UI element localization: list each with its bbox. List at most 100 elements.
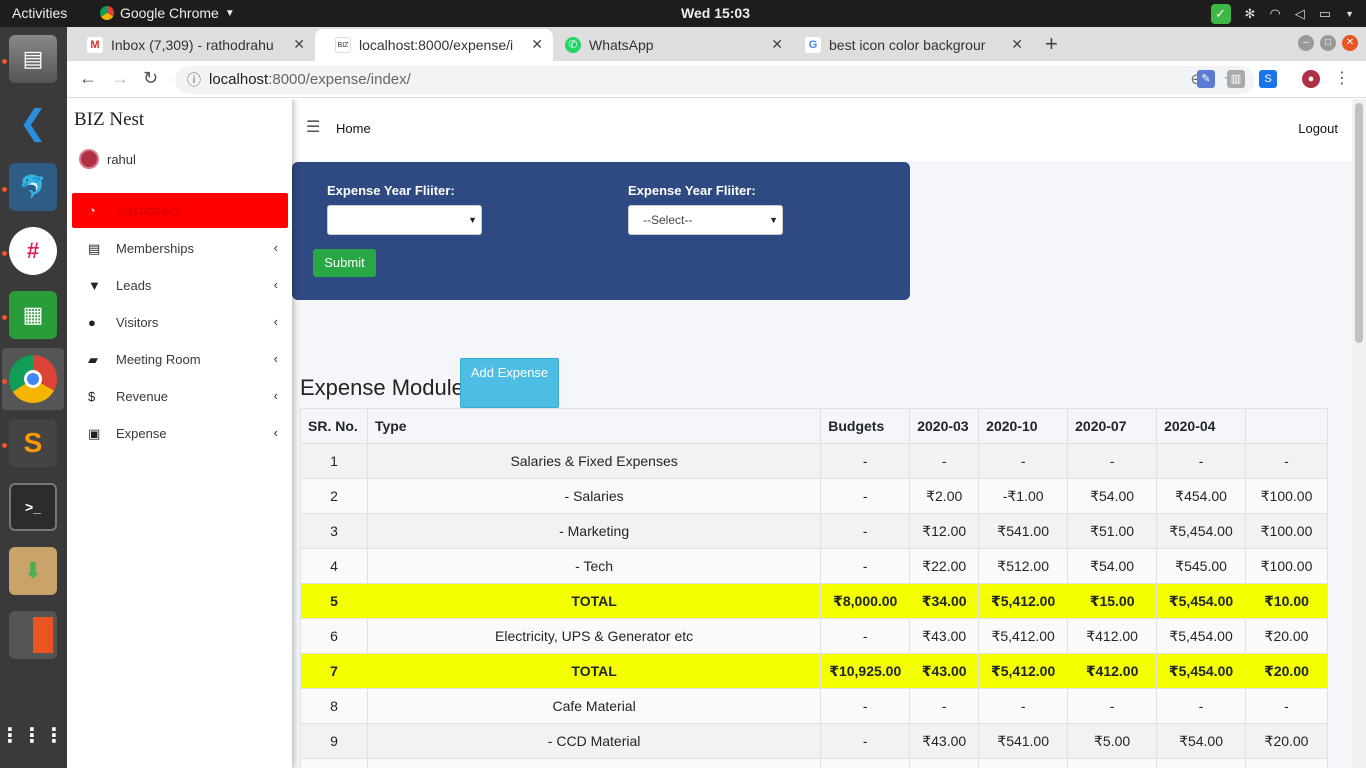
reload-icon[interactable]: ↻ [143, 68, 158, 89]
terminal-icon[interactable]: >_ [9, 483, 57, 531]
sidebar-item-leads[interactable]: ▼ Leads ‹ [72, 267, 288, 304]
table-cell: - [1245, 443, 1328, 479]
libreoffice-calc-icon[interactable]: ▦ [9, 291, 57, 339]
table-cell: 1 [300, 443, 368, 479]
table-cell: ₹545.00 [1156, 548, 1247, 584]
chevron-left-icon: ‹ [273, 351, 278, 366]
close-icon[interactable]: ✕ [771, 36, 783, 53]
show-applications-icon[interactable]: ⋮⋮⋮ [0, 711, 64, 759]
web-page: ☰ Home Logout Expense Year Fliiter: ▼ Ex… [67, 99, 1352, 768]
tab-title: WhatsApp [589, 37, 654, 53]
table-cell: TOTAL [366, 653, 822, 689]
tab-google[interactable]: G best icon color backgrour ✕ [785, 29, 1033, 61]
menu-dots-icon[interactable]: ⋮ [1333, 70, 1351, 88]
table-row [300, 758, 1328, 768]
tab-whatsapp[interactable]: ✆ WhatsApp ✕ [545, 29, 793, 61]
google-chrome-icon[interactable] [9, 355, 57, 403]
tab-strip: M Inbox (7,309) - rathodrahu ✕ BIZ local… [67, 27, 1366, 61]
table-cell: 8 [300, 688, 368, 724]
tab-gmail[interactable]: M Inbox (7,309) - rathodrahu ✕ [67, 29, 315, 61]
table-cell: ₹10,925.00 [820, 653, 911, 689]
table-cell [820, 758, 911, 768]
clock[interactable]: Wed 15:03 [681, 5, 750, 21]
brand-logo[interactable]: BIZ Nest [74, 109, 144, 131]
page-scrollbar[interactable] [1352, 99, 1366, 768]
hamburger-menu-icon[interactable]: ☰ [306, 117, 320, 137]
table-cell: Salaries & Fixed Expenses [366, 443, 822, 479]
table-cell: - [978, 688, 1069, 724]
chevron-down-icon[interactable]: ▼ [1345, 9, 1354, 19]
files-icon[interactable]: ▤ [9, 35, 57, 83]
vscode-icon[interactable]: ❮ [9, 99, 57, 147]
sidebar-item-label: Visitors [116, 315, 159, 330]
activities-button[interactable]: Activities [12, 5, 67, 21]
sidebar-item-visitors[interactable]: ● Visitors ‹ [72, 304, 288, 341]
close-icon[interactable]: ✕ [531, 36, 543, 53]
close-icon[interactable]: ✕ [293, 36, 305, 53]
table-cell: - [1067, 688, 1158, 724]
slack-icon[interactable]: # [9, 227, 57, 275]
address-bar[interactable]: ⓘ localhost:8000/expense/index/ ⊖ ☆ [175, 66, 1255, 94]
table-cell: -₹1.00 [978, 478, 1069, 514]
table-cell: 7 [300, 653, 368, 689]
sidebar-item-revenue[interactable]: $ Revenue ‹ [72, 378, 288, 415]
extension-icon[interactable]: S [1259, 70, 1277, 88]
back-arrow-icon[interactable]: ← [79, 68, 97, 89]
battery-icon[interactable]: ▭ [1319, 6, 1331, 22]
sidebar-item-memberships[interactable]: ▤ Memberships ‹ [72, 230, 288, 267]
scrollbar-thumb[interactable] [1355, 103, 1363, 343]
table-cell: - [909, 443, 980, 479]
table-cell: ₹541.00 [978, 513, 1069, 549]
table-cell: ₹541.00 [978, 723, 1069, 759]
year-filter-select-2[interactable]: --Select-- ▼ [628, 205, 783, 235]
sidebar-item-meeting-room[interactable]: ▰ Meeting Room ‹ [72, 341, 288, 378]
table-row: 9- CCD Material - ₹43.00 ₹541.00 ₹5.00 ₹54.00… [300, 723, 1328, 759]
filter-icon: ▼ [88, 278, 101, 293]
user-panel[interactable]: rahul [79, 149, 136, 169]
logout-link[interactable]: Logout [1298, 121, 1338, 136]
table-cell: ₹5,454.00 [1156, 618, 1247, 654]
total-row: 7 TOTAL ₹10,925.00 ₹43.00 ₹5,412.00 ₹412.00 ₹5… [300, 653, 1328, 689]
biznest-icon: BIZ [335, 37, 351, 53]
table-cell: - Salaries [366, 478, 822, 514]
volume-icon[interactable]: ◁ [1295, 6, 1305, 22]
table-cell: ₹5,412.00 [978, 618, 1069, 654]
minimize-button[interactable]: – [1298, 35, 1314, 51]
chevron-left-icon: ‹ [273, 425, 278, 440]
forward-arrow-icon[interactable]: → [111, 68, 129, 89]
home-link[interactable]: Home [336, 121, 371, 136]
app-menu[interactable]: Google Chrome ▼ [100, 5, 235, 21]
year-filter-select[interactable]: ▼ [327, 205, 482, 235]
table-cell: ₹34.00 [909, 583, 980, 619]
submit-button[interactable]: Submit [313, 249, 376, 277]
sidebar-item-expense[interactable]: ▣ Expense ‹ [72, 415, 288, 452]
update-check-icon[interactable]: ✓ [1210, 4, 1231, 24]
add-expense-button[interactable]: Add Expense [460, 358, 559, 408]
table-cell: TOTAL [366, 583, 822, 619]
extension-icon[interactable]: ✎ [1197, 70, 1215, 88]
close-window-button[interactable]: ✕ [1342, 35, 1358, 51]
chevron-left-icon: ‹ [273, 277, 278, 292]
table-cell: ₹100.00 [1245, 513, 1328, 549]
software-updater-icon[interactable]: ⬇ [9, 547, 57, 595]
mysql-workbench-icon[interactable]: 🐬 [9, 163, 57, 211]
clock-icon: ● [88, 315, 96, 330]
avatar [79, 149, 99, 169]
maximize-button[interactable]: □ [1320, 35, 1336, 51]
new-tab-button[interactable]: + [1045, 31, 1058, 57]
tab-expense[interactable]: BIZ localhost:8000/expense/i ✕ [315, 29, 553, 61]
profile-avatar-icon[interactable]: ● [1302, 70, 1320, 88]
extension-icon[interactable]: ▥ [1227, 70, 1245, 88]
wifi-icon[interactable]: ◠ [1269, 6, 1280, 22]
toolbar: ← → ↻ ⓘ localhost:8000/expense/index/ ⊖ … [67, 61, 1366, 98]
calculator-icon[interactable] [9, 611, 57, 659]
info-icon[interactable]: ⓘ [187, 66, 201, 94]
sidebar-item-dashboard[interactable]: ◔ Dashboard [72, 193, 288, 228]
sidebar-menu: ◔ Dashboard ▤ Memberships ‹ ▼ Leads ‹ ● Visitors ‹… [72, 193, 288, 452]
close-icon[interactable]: ✕ [1011, 36, 1023, 53]
sublime-text-icon[interactable]: S [9, 419, 57, 467]
network-status-icon[interactable]: ✻ [1245, 6, 1256, 22]
table-cell: 9 [300, 723, 368, 759]
dashboard-icon: ◔ [88, 203, 96, 218]
sidebar-item-label: Meeting Room [116, 352, 201, 367]
